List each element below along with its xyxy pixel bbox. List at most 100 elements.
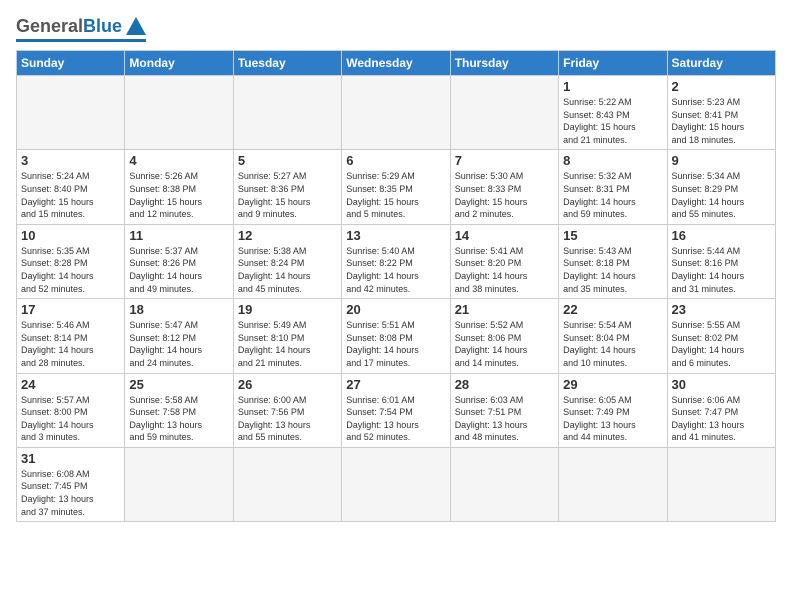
- day-info: Sunrise: 5:54 AM Sunset: 8:04 PM Dayligh…: [563, 319, 662, 369]
- weekday-header-sunday: Sunday: [17, 51, 125, 76]
- calendar-cell: 31 Sunrise: 6:08 AM Sunset: 7:45 PM Dayli…: [17, 447, 125, 521]
- day-info: Sunrise: 5:27 AM Sunset: 8:36 PM Dayligh…: [238, 170, 337, 220]
- calendar-cell: 21 Sunrise: 5:52 AM Sunset: 8:06 PM Dayli…: [450, 299, 558, 373]
- day-info: Sunrise: 6:08 AM Sunset: 7:45 PM Dayligh…: [21, 468, 120, 518]
- day-info: Sunrise: 5:35 AM Sunset: 8:28 PM Dayligh…: [21, 245, 120, 295]
- calendar-cell: 20Sunrise: 5:51 AM Sunset: 8:08 PM Dayli…: [342, 299, 450, 373]
- day-number: 6: [346, 153, 445, 168]
- calendar-cell: [450, 76, 558, 150]
- calendar-cell: 7Sunrise: 5:30 AM Sunset: 8:33 PM Daylig…: [450, 150, 558, 224]
- day-info: Sunrise: 5:44 AM Sunset: 8:16 PM Dayligh…: [672, 245, 771, 295]
- calendar-cell: 4 Sunrise: 5:26 AM Sunset: 8:38 PM Daylig…: [125, 150, 233, 224]
- day-info: Sunrise: 5:23 AM Sunset: 8:41 PM Dayligh…: [672, 96, 771, 146]
- calendar-cell: [233, 76, 341, 150]
- calendar-cell: 29Sunrise: 6:05 AM Sunset: 7:49 PM Dayli…: [559, 373, 667, 447]
- week-row-2: 3Sunrise: 5:24 AM Sunset: 8:40 PM Daylig…: [17, 150, 776, 224]
- day-number: 15: [563, 228, 662, 243]
- day-number: 9: [672, 153, 771, 168]
- weekday-header-monday: Monday: [125, 51, 233, 76]
- day-number: 16: [672, 228, 771, 243]
- day-number: 23: [672, 302, 771, 317]
- calendar-cell: 28Sunrise: 6:03 AM Sunset: 7:51 PM Dayli…: [450, 373, 558, 447]
- weekday-header-thursday: Thursday: [450, 51, 558, 76]
- calendar-cell: 5 Sunrise: 5:27 AM Sunset: 8:36 PM Daylig…: [233, 150, 341, 224]
- day-number: 8: [563, 153, 662, 168]
- calendar-cell: 27Sunrise: 6:01 AM Sunset: 7:54 PM Dayli…: [342, 373, 450, 447]
- day-info: Sunrise: 5:47 AM Sunset: 8:12 PM Dayligh…: [129, 319, 228, 369]
- day-number: 29: [563, 377, 662, 392]
- calendar-cell: [125, 447, 233, 521]
- day-number: 18: [129, 302, 228, 317]
- day-number: 31: [21, 451, 120, 466]
- week-row-1: 1 Sunrise: 5:22 AM Sunset: 8:43 PM Daylig…: [17, 76, 776, 150]
- calendar-cell: [559, 447, 667, 521]
- calendar-cell: 14Sunrise: 5:41 AM Sunset: 8:20 PM Dayli…: [450, 224, 558, 298]
- day-info: Sunrise: 6:00 AM Sunset: 7:56 PM Dayligh…: [238, 394, 337, 444]
- day-info: Sunrise: 5:52 AM Sunset: 8:06 PM Dayligh…: [455, 319, 554, 369]
- calendar-cell: 2 Sunrise: 5:23 AM Sunset: 8:41 PM Daylig…: [667, 76, 775, 150]
- day-info: Sunrise: 5:49 AM Sunset: 8:10 PM Dayligh…: [238, 319, 337, 369]
- day-number: 19: [238, 302, 337, 317]
- day-number: 12: [238, 228, 337, 243]
- calendar-cell: 11Sunrise: 5:37 AM Sunset: 8:26 PM Dayli…: [125, 224, 233, 298]
- weekday-header-friday: Friday: [559, 51, 667, 76]
- weekday-header-row: SundayMondayTuesdayWednesdayThursdayFrid…: [17, 51, 776, 76]
- day-number: 1: [563, 79, 662, 94]
- calendar-cell: 25Sunrise: 5:58 AM Sunset: 7:58 PM Dayli…: [125, 373, 233, 447]
- day-number: 30: [672, 377, 771, 392]
- calendar-cell: 1 Sunrise: 5:22 AM Sunset: 8:43 PM Daylig…: [559, 76, 667, 150]
- calendar-cell: 26 Sunrise: 6:00 AM Sunset: 7:56 PM Dayli…: [233, 373, 341, 447]
- day-number: 4: [129, 153, 228, 168]
- day-number: 17: [21, 302, 120, 317]
- day-info: Sunrise: 5:37 AM Sunset: 8:26 PM Dayligh…: [129, 245, 228, 295]
- day-info: Sunrise: 5:22 AM Sunset: 8:43 PM Dayligh…: [563, 96, 662, 146]
- day-info: Sunrise: 5:43 AM Sunset: 8:18 PM Dayligh…: [563, 245, 662, 295]
- day-info: Sunrise: 5:32 AM Sunset: 8:31 PM Dayligh…: [563, 170, 662, 220]
- weekday-header-tuesday: Tuesday: [233, 51, 341, 76]
- weekday-header-saturday: Saturday: [667, 51, 775, 76]
- day-info: Sunrise: 6:06 AM Sunset: 7:47 PM Dayligh…: [672, 394, 771, 444]
- day-number: 2: [672, 79, 771, 94]
- day-info: Sunrise: 5:26 AM Sunset: 8:38 PM Dayligh…: [129, 170, 228, 220]
- logo-underline: [16, 39, 146, 42]
- day-number: 26: [238, 377, 337, 392]
- header: General Blue: [16, 16, 776, 42]
- calendar-cell: [233, 447, 341, 521]
- day-info: Sunrise: 5:51 AM Sunset: 8:08 PM Dayligh…: [346, 319, 445, 369]
- calendar-cell: 3Sunrise: 5:24 AM Sunset: 8:40 PM Daylig…: [17, 150, 125, 224]
- day-number: 22: [563, 302, 662, 317]
- day-info: Sunrise: 5:41 AM Sunset: 8:20 PM Dayligh…: [455, 245, 554, 295]
- calendar-table: SundayMondayTuesdayWednesdayThursdayFrid…: [16, 50, 776, 522]
- calendar-cell: [667, 447, 775, 521]
- day-number: 10: [21, 228, 120, 243]
- day-number: 21: [455, 302, 554, 317]
- calendar-cell: 15 Sunrise: 5:43 AM Sunset: 8:18 PM Dayli…: [559, 224, 667, 298]
- week-row-3: 10 Sunrise: 5:35 AM Sunset: 8:28 PM Dayli…: [17, 224, 776, 298]
- calendar-cell: 22 Sunrise: 5:54 AM Sunset: 8:04 PM Dayli…: [559, 299, 667, 373]
- calendar-cell: 13Sunrise: 5:40 AM Sunset: 8:22 PM Dayli…: [342, 224, 450, 298]
- logo-general-text: General: [16, 16, 83, 37]
- day-info: Sunrise: 5:38 AM Sunset: 8:24 PM Dayligh…: [238, 245, 337, 295]
- day-number: 7: [455, 153, 554, 168]
- logo-blue-text: Blue: [83, 16, 122, 37]
- day-info: Sunrise: 5:34 AM Sunset: 8:29 PM Dayligh…: [672, 170, 771, 220]
- day-info: Sunrise: 5:58 AM Sunset: 7:58 PM Dayligh…: [129, 394, 228, 444]
- logo: General Blue: [16, 16, 146, 42]
- day-number: 28: [455, 377, 554, 392]
- weekday-header-wednesday: Wednesday: [342, 51, 450, 76]
- day-info: Sunrise: 5:46 AM Sunset: 8:14 PM Dayligh…: [21, 319, 120, 369]
- calendar-cell: [450, 447, 558, 521]
- day-number: 27: [346, 377, 445, 392]
- calendar-cell: 30 Sunrise: 6:06 AM Sunset: 7:47 PM Dayli…: [667, 373, 775, 447]
- calendar-cell: 24Sunrise: 5:57 AM Sunset: 8:00 PM Dayli…: [17, 373, 125, 447]
- day-info: Sunrise: 5:55 AM Sunset: 8:02 PM Dayligh…: [672, 319, 771, 369]
- calendar-cell: [342, 447, 450, 521]
- week-row-5: 24Sunrise: 5:57 AM Sunset: 8:00 PM Dayli…: [17, 373, 776, 447]
- week-row-6: 31 Sunrise: 6:08 AM Sunset: 7:45 PM Dayli…: [17, 447, 776, 521]
- calendar-cell: 19 Sunrise: 5:49 AM Sunset: 8:10 PM Dayli…: [233, 299, 341, 373]
- calendar-cell: 6 Sunrise: 5:29 AM Sunset: 8:35 PM Daylig…: [342, 150, 450, 224]
- day-info: Sunrise: 5:57 AM Sunset: 8:00 PM Dayligh…: [21, 394, 120, 444]
- calendar-cell: 10 Sunrise: 5:35 AM Sunset: 8:28 PM Dayli…: [17, 224, 125, 298]
- day-number: 5: [238, 153, 337, 168]
- day-info: Sunrise: 5:29 AM Sunset: 8:35 PM Dayligh…: [346, 170, 445, 220]
